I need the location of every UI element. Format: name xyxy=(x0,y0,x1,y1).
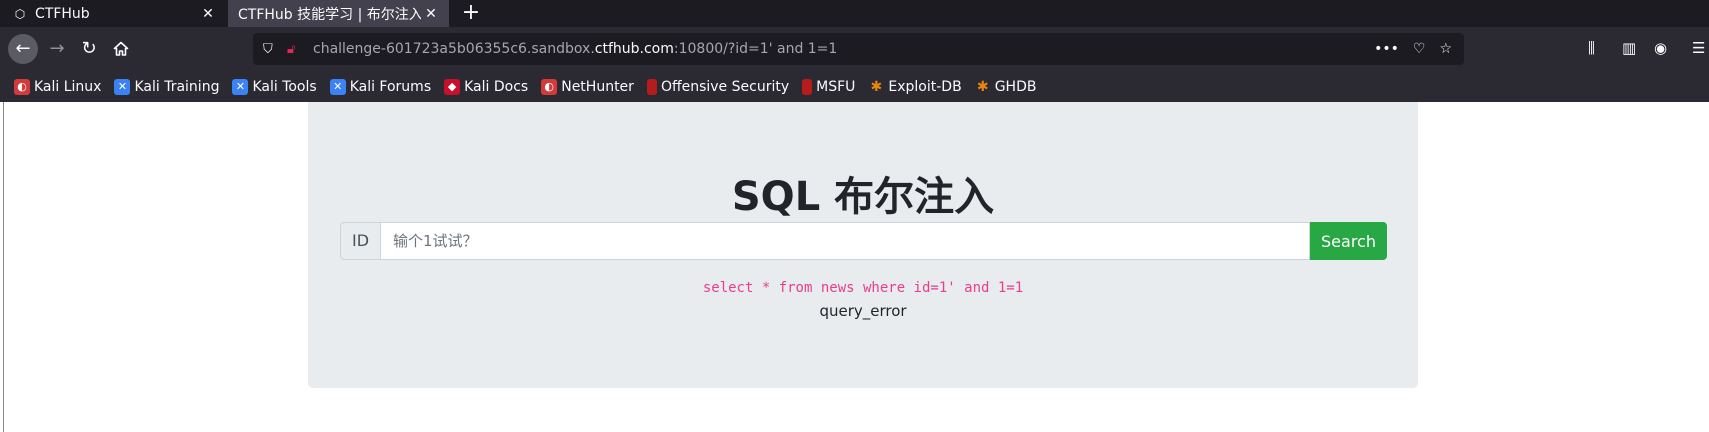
query-result-text: query_error xyxy=(819,302,907,320)
jumbotron: SQL 布尔注入 ID Search select * from news wh… xyxy=(308,102,1418,388)
sql-query-text: select * from news where id=1' and 1=1 xyxy=(702,280,1024,296)
forward-button[interactable]: → xyxy=(42,34,72,64)
nethunter-icon: ◐ xyxy=(541,79,558,95)
tab-close-icon[interactable]: ✕ xyxy=(421,6,441,22)
kali-icon: ◐ xyxy=(14,79,30,95)
bookmark-kali-training[interactable]: ✕ Kali Training xyxy=(114,79,219,95)
library-icon[interactable]: ⫼ xyxy=(1588,39,1595,57)
bookmark-kali-tools[interactable]: ✕ Kali Tools xyxy=(232,79,317,95)
msfu-icon xyxy=(802,79,813,95)
bookmark-exploit-db[interactable]: ✱ Exploit-DB xyxy=(868,79,962,95)
bookmark-label: MSFU xyxy=(816,79,856,95)
home-icon xyxy=(113,41,129,56)
pocket-icon[interactable]: ♡ xyxy=(1413,41,1426,57)
bookmark-ghdb[interactable]: ✱ GHDB xyxy=(975,79,1037,95)
tab-title: CTFHub xyxy=(35,5,90,22)
url-text[interactable]: challenge-601723a5b06355c6.sandbox.ctfhu… xyxy=(313,41,837,57)
bookmark-kali-forums[interactable]: ✕ Kali Forums xyxy=(329,79,432,95)
bookmarks-toolbar: ◐ Kali Linux ✕ Kali Training ✕ Kali Tool… xyxy=(0,72,1709,102)
home-button[interactable] xyxy=(106,34,136,64)
insecure-lock-icon[interactable]: 🔓︎ xyxy=(287,42,303,57)
page-title: SQL 布尔注入 xyxy=(731,174,995,220)
url-host: ctfhub.com xyxy=(594,41,674,57)
training-icon: ✕ xyxy=(114,79,131,95)
tab-close-icon[interactable]: ✕ xyxy=(198,6,218,22)
tools-icon: ✕ xyxy=(232,79,249,95)
ghdb-icon: ✱ xyxy=(976,79,989,95)
arrow-left-icon: ← xyxy=(15,38,31,59)
shield-icon[interactable]: ⛉ xyxy=(263,42,277,57)
url-suffix: :10800/?id=1' and 1=1 xyxy=(673,41,838,57)
bookmark-label: Kali Docs xyxy=(464,79,529,95)
bookmark-star-icon[interactable]: ☆ xyxy=(1439,41,1452,57)
reload-button[interactable]: ↻ xyxy=(74,34,104,64)
tab-title: CTFHub 技能学习 | 布尔注入 xyxy=(238,6,421,23)
tab-ctfhub[interactable]: ⬡ CTFHub ✕ xyxy=(0,0,226,27)
id-input[interactable] xyxy=(381,222,1310,260)
viewport-border xyxy=(3,102,4,432)
bookmark-label: Exploit-DB xyxy=(888,79,962,95)
bookmark-offensive-security[interactable]: Offensive Security xyxy=(646,79,790,95)
docs-icon: ◆ xyxy=(444,79,461,95)
bookmark-label: Kali Forums xyxy=(349,79,432,95)
id-label: ID xyxy=(340,222,381,260)
bookmark-kali-linux[interactable]: ◐ Kali Linux xyxy=(14,79,101,95)
address-bar[interactable]: ⛉ 🔓︎ challenge-601723a5b06355c6.sandbox.… xyxy=(253,33,1464,65)
sidebar-icon[interactable]: ▥ xyxy=(1622,39,1636,57)
search-form: ID Search xyxy=(340,222,1387,260)
arrow-right-icon: → xyxy=(49,38,65,59)
bookmark-nethunter[interactable]: ◐ NetHunter xyxy=(541,79,634,95)
search-button[interactable]: Search xyxy=(1310,222,1387,260)
bookmark-label: NetHunter xyxy=(561,79,634,95)
tab-strip: ⬡ CTFHub ✕ CTFHub 技能学习 | 布尔注入 ✕ + xyxy=(0,0,1709,27)
bookmark-label: GHDB xyxy=(994,79,1037,95)
url-prefix: challenge-601723a5b06355c6.sandbox. xyxy=(313,41,595,57)
reload-icon: ↻ xyxy=(81,38,97,59)
exploitdb-icon: ✱ xyxy=(870,79,883,95)
account-icon[interactable]: ◉ xyxy=(1654,39,1667,57)
bookmark-msfu[interactable]: MSFU xyxy=(802,79,855,95)
page-content: SQL 布尔注入 ID Search select * from news wh… xyxy=(0,102,1709,432)
forums-icon: ✕ xyxy=(329,79,346,95)
navigation-toolbar: ← → ↻ ⛉ 🔓︎ challenge-601723a5b06355c6.sa… xyxy=(0,27,1709,72)
menu-icon[interactable]: ☰ xyxy=(1692,39,1705,57)
new-tab-button[interactable]: + xyxy=(458,0,484,27)
offsec-icon xyxy=(646,79,657,95)
ctfhub-icon: ⬡ xyxy=(14,6,26,21)
back-button[interactable]: ← xyxy=(8,34,38,64)
bookmark-kali-docs[interactable]: ◆ Kali Docs xyxy=(444,79,528,95)
bookmark-label: Kali Training xyxy=(134,79,220,95)
bookmark-label: Kali Linux xyxy=(34,79,102,95)
bookmark-label: Offensive Security xyxy=(660,79,790,95)
page-actions-icon[interactable]: ••• xyxy=(1374,41,1399,57)
bookmark-label: Kali Tools xyxy=(252,79,317,95)
tab-bool-injection[interactable]: CTFHub 技能学习 | 布尔注入 ✕ xyxy=(228,0,449,27)
